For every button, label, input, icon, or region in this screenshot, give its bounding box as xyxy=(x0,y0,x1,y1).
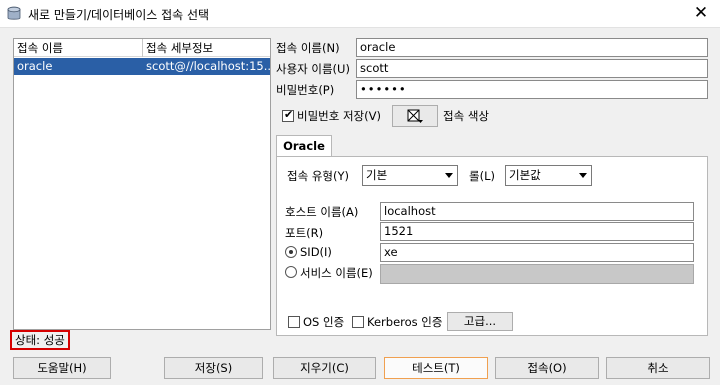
sid-field[interactable]: xe xyxy=(380,243,694,262)
sid-label: SID(I) xyxy=(300,245,332,259)
list-item-details: scott@//localhost:15... xyxy=(146,59,270,73)
os-auth-label: OS 인증 xyxy=(303,315,345,329)
connection-name-label: 접속 이름(N) xyxy=(276,41,340,55)
service-name-radio[interactable] xyxy=(285,266,297,278)
advanced-button[interactable]: 고급... xyxy=(447,312,513,331)
cancel-button[interactable]: 취소 xyxy=(606,357,710,379)
checkmark-icon: ✔ xyxy=(284,108,294,121)
username-field[interactable]: scott xyxy=(356,59,708,78)
chevron-down-icon xyxy=(579,173,587,178)
column-header-name[interactable]: 접속 이름 xyxy=(14,39,142,57)
password-label: 비밀번호(P) xyxy=(276,83,335,97)
help-button[interactable]: 도움말(H) xyxy=(13,357,111,379)
window-title: 새로 만들기/데이터베이스 접속 선택 xyxy=(28,8,210,22)
color-picker-icon xyxy=(407,109,423,123)
save-password-checkbox[interactable]: ✔ xyxy=(282,108,294,122)
connection-color-button[interactable] xyxy=(392,105,438,127)
list-item-name: oracle xyxy=(17,59,53,73)
connection-name-field[interactable]: oracle xyxy=(356,38,708,57)
username-label: 사용자 이름(U) xyxy=(276,62,350,76)
connection-type-label: 접속 유형(Y) xyxy=(287,169,349,183)
save-button[interactable]: 저장(S) xyxy=(164,357,263,379)
column-header-details[interactable]: 접속 세부정보 xyxy=(143,39,270,57)
save-password-label: 비밀번호 저장(V) xyxy=(297,109,381,123)
connection-list[interactable]: 접속 이름 접속 세부정보 oracle scott@//localhost:1… xyxy=(13,38,271,330)
close-icon[interactable]: ✕ xyxy=(690,3,712,25)
test-button[interactable]: 테스트(T) xyxy=(384,357,488,379)
clear-button[interactable]: 지우기(C) xyxy=(273,357,376,379)
role-value: 기본값 xyxy=(509,168,541,182)
status-text: 상태: 성공 xyxy=(10,330,70,350)
port-field[interactable]: 1521 xyxy=(380,222,694,241)
hostname-label: 호스트 이름(A) xyxy=(285,205,359,219)
connection-type-select[interactable]: 기본 xyxy=(362,165,458,186)
connect-button[interactable]: 접속(O) xyxy=(495,357,599,379)
tab-oracle[interactable]: Oracle xyxy=(276,135,332,157)
role-select[interactable]: 기본값 xyxy=(505,165,592,186)
kerberos-auth-label: Kerberos 인증 xyxy=(367,315,443,329)
service-name-label: 서비스 이름(E) xyxy=(300,266,373,280)
connection-type-value: 기본 xyxy=(366,168,388,182)
service-name-field xyxy=(380,264,694,284)
os-auth-checkbox[interactable] xyxy=(288,316,300,328)
chevron-down-icon xyxy=(445,173,453,178)
list-item[interactable]: oracle scott@//localhost:15... xyxy=(14,58,270,75)
list-header: 접속 이름 접속 세부정보 xyxy=(14,39,270,57)
title-bar: 새로 만들기/데이터베이스 접속 선택 ✕ xyxy=(0,0,720,28)
database-app-icon xyxy=(7,6,21,20)
password-field[interactable]: •••••• xyxy=(356,80,708,99)
hostname-field[interactable]: localhost xyxy=(380,202,694,221)
connection-color-label: 접속 색상 xyxy=(443,109,489,123)
port-label: 포트(R) xyxy=(285,226,324,240)
radio-dot-icon xyxy=(289,250,293,254)
sid-radio[interactable] xyxy=(285,246,297,258)
kerberos-auth-checkbox[interactable] xyxy=(352,316,364,328)
role-label: 롤(L) xyxy=(469,169,495,183)
